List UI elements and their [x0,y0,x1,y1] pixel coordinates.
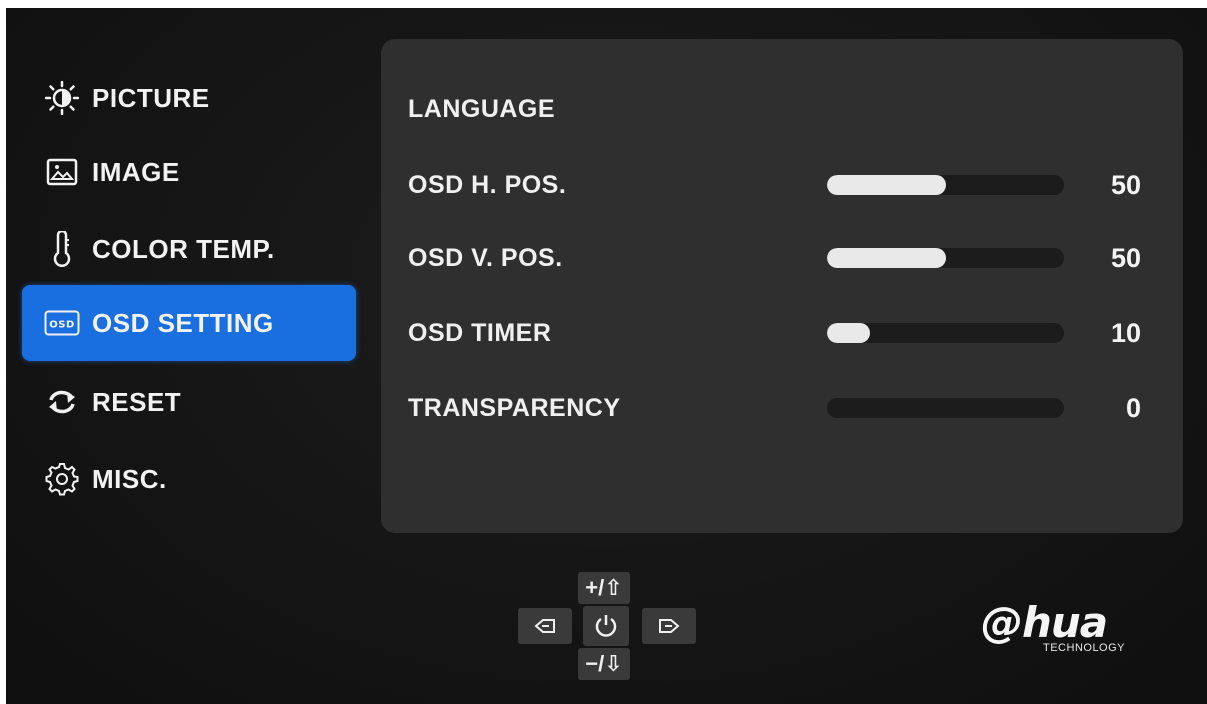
dahua-logo: @hua TECHNOLOGY [981,598,1161,658]
setting-row-transparency[interactable]: TRANSPARENCY 0 [381,388,1183,428]
osd-timer-slider[interactable] [827,323,1064,343]
menu-item-label: IMAGE [92,156,180,187]
brightness-icon [42,78,82,118]
osd-h-pos-slider[interactable] [827,175,1064,195]
image-icon [42,152,82,192]
setting-value: 10 [1110,317,1141,348]
menu-item-image[interactable]: IMAGE [22,134,356,210]
menu-item-color-temp[interactable]: COLOR TEMP. [22,211,356,287]
svg-text:OSD: OSD [49,320,75,331]
monitor-osd-screen: PICTURE IMAGE COLOR TEMP. OSD OSD SETTIN… [6,8,1207,704]
setting-row-language[interactable]: LANGUAGE [381,89,1183,129]
setting-label: OSD TIMER [408,318,552,347]
logo-tagline: TECHNOLOGY [1043,642,1126,654]
menu-item-label: OSD SETTING [92,307,274,338]
slider-fill [827,175,946,195]
setting-value: 50 [1110,242,1141,273]
logo-brand: @hua [981,598,1108,647]
slider-fill [827,323,870,343]
setting-value: 0 [1125,392,1141,423]
slider-fill [827,248,946,268]
setting-value: 50 [1110,169,1141,200]
up-plus-key[interactable]: +/⇧ [578,572,630,604]
menu-item-label: PICTURE [92,82,210,113]
setting-row-osd-timer[interactable]: OSD TIMER 10 [381,313,1183,353]
osd-settings-panel: LANGUAGE OSD H. POS. 50 OSD V. POS. 50 O… [381,39,1183,533]
exit-right-icon[interactable] [642,608,696,644]
reset-icon [42,382,82,422]
osd-icon: OSD [42,303,82,343]
setting-label: LANGUAGE [408,94,556,123]
osd-v-pos-slider[interactable] [827,248,1064,268]
setting-row-osd-v-pos[interactable]: OSD V. POS. 50 [381,238,1183,278]
menu-item-label: MISC. [92,463,167,494]
menu-item-label: RESET [92,386,182,417]
transparency-slider[interactable] [827,398,1064,418]
menu-item-misc[interactable]: MISC. [22,441,356,517]
down-minus-key[interactable]: −/⇩ [578,648,630,680]
enter-left-icon[interactable] [518,608,572,644]
menu-item-label: COLOR TEMP. [92,233,275,264]
setting-label: OSD V. POS. [408,243,563,272]
gear-icon [42,459,82,499]
power-icon[interactable] [583,606,629,646]
setting-label: OSD H. POS. [408,170,567,199]
setting-row-osd-h-pos[interactable]: OSD H. POS. 50 [381,165,1183,205]
menu-item-picture[interactable]: PICTURE [22,60,356,136]
menu-item-reset[interactable]: RESET [22,364,356,440]
setting-label: TRANSPARENCY [408,393,621,422]
menu-item-osd-setting[interactable]: OSD OSD SETTING [22,285,356,361]
thermometer-icon [42,229,82,269]
